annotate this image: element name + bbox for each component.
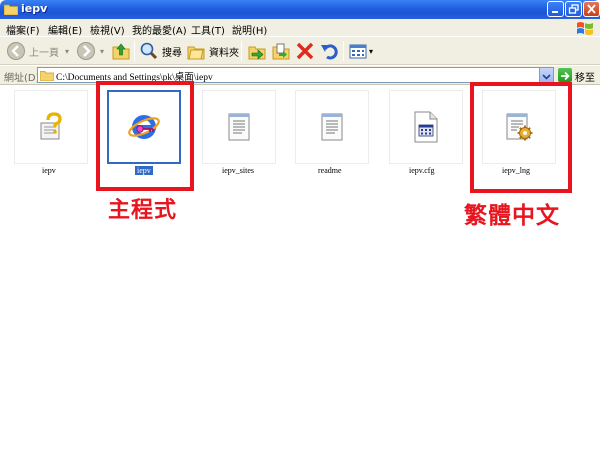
- undo-icon: [321, 44, 338, 60]
- go-label[interactable]: 移至: [575, 69, 595, 84]
- folders-icon: [187, 46, 205, 60]
- menu-edit[interactable]: 編輯(E): [48, 22, 82, 37]
- views-icon: [349, 44, 367, 59]
- minimize-button[interactable]: [547, 1, 564, 17]
- go-arrow-icon: [561, 71, 570, 81]
- file-view: iepv iepv iepv_sites readme iepv.cfg iep…: [0, 81, 600, 450]
- search-label: 搜尋: [162, 47, 182, 59]
- toolbar-separator: [134, 41, 135, 61]
- file-tile[interactable]: [295, 90, 369, 164]
- file-name[interactable]: iepv_sites: [222, 166, 254, 175]
- views-button[interactable]: ▾: [348, 39, 373, 63]
- copy-to-icon: [272, 43, 290, 60]
- up-folder-button[interactable]: [111, 39, 131, 63]
- close-button[interactable]: [583, 1, 600, 17]
- go-button[interactable]: [558, 68, 572, 82]
- folders-label: 資料夾: [209, 47, 239, 59]
- text-document-icon: [321, 113, 343, 141]
- menu-tools[interactable]: 工具(T): [191, 22, 225, 37]
- address-dropdown-button[interactable]: [539, 68, 553, 82]
- folders-button[interactable]: 資料夾: [186, 39, 239, 63]
- forward-dropdown-icon[interactable]: ▾: [100, 47, 104, 56]
- file-name[interactable]: iepv.cfg: [409, 166, 434, 175]
- menu-help[interactable]: 說明(H): [232, 22, 267, 37]
- move-to-icon: [248, 46, 266, 60]
- minimize-icon: [552, 11, 558, 13]
- file-tile[interactable]: [389, 90, 463, 164]
- file-tile[interactable]: [14, 90, 88, 164]
- move-to-button[interactable]: [247, 39, 267, 63]
- undo-button[interactable]: [319, 39, 339, 63]
- search-button[interactable]: 搜尋: [139, 39, 182, 63]
- window-title: iepv: [21, 2, 48, 15]
- back-dropdown-icon[interactable]: ▾: [65, 47, 69, 56]
- forward-button[interactable]: ▾: [76, 39, 104, 63]
- copy-to-button[interactable]: [271, 39, 291, 63]
- file-tile[interactable]: [202, 90, 276, 164]
- text-document-icon: [228, 113, 250, 141]
- up-folder-icon: [112, 43, 130, 60]
- annotation-box-main-program: [96, 81, 194, 191]
- file-name[interactable]: iepv: [42, 166, 56, 175]
- annotation-box-language: [470, 82, 572, 193]
- back-button[interactable]: 上一頁 ▾: [6, 39, 69, 63]
- menu-view[interactable]: 檢視(V): [90, 22, 125, 37]
- delete-icon: [296, 42, 314, 60]
- toolbar-separator: [343, 41, 344, 61]
- back-arrow-icon: [7, 42, 25, 60]
- restore-button[interactable]: [565, 1, 582, 17]
- close-icon: [587, 4, 596, 14]
- menu-file[interactable]: 檔案(F): [6, 22, 40, 37]
- file-name[interactable]: readme: [318, 166, 342, 175]
- restore-icon: [568, 4, 579, 14]
- address-label: 網址(D): [4, 73, 40, 84]
- annotation-language: 繁體中文: [464, 203, 560, 229]
- menu-bar: 檔案(F) 編輯(E) 檢視(V) 我的最愛(A) 工具(T) 說明(H): [0, 19, 600, 37]
- config-file-icon: [414, 111, 438, 143]
- folder-icon: [40, 71, 54, 81]
- help-file-icon: [40, 112, 62, 140]
- back-label: 上一頁: [29, 47, 59, 59]
- search-icon: [140, 42, 158, 60]
- forward-arrow-icon: [77, 42, 95, 60]
- title-bar[interactable]: iepv: [0, 0, 600, 19]
- views-dropdown-icon[interactable]: ▾: [369, 47, 373, 56]
- toolbar: 上一頁 ▾ ▾ 搜尋 資料夾 ▾: [0, 37, 600, 65]
- annotation-main-program: 主程式: [108, 198, 178, 223]
- windows-logo-icon: [577, 22, 593, 35]
- folder-icon: [4, 4, 18, 15]
- delete-button[interactable]: [295, 39, 315, 63]
- menu-favorites[interactable]: 我的最愛(A): [132, 22, 187, 37]
- toolbar-separator: [241, 41, 242, 61]
